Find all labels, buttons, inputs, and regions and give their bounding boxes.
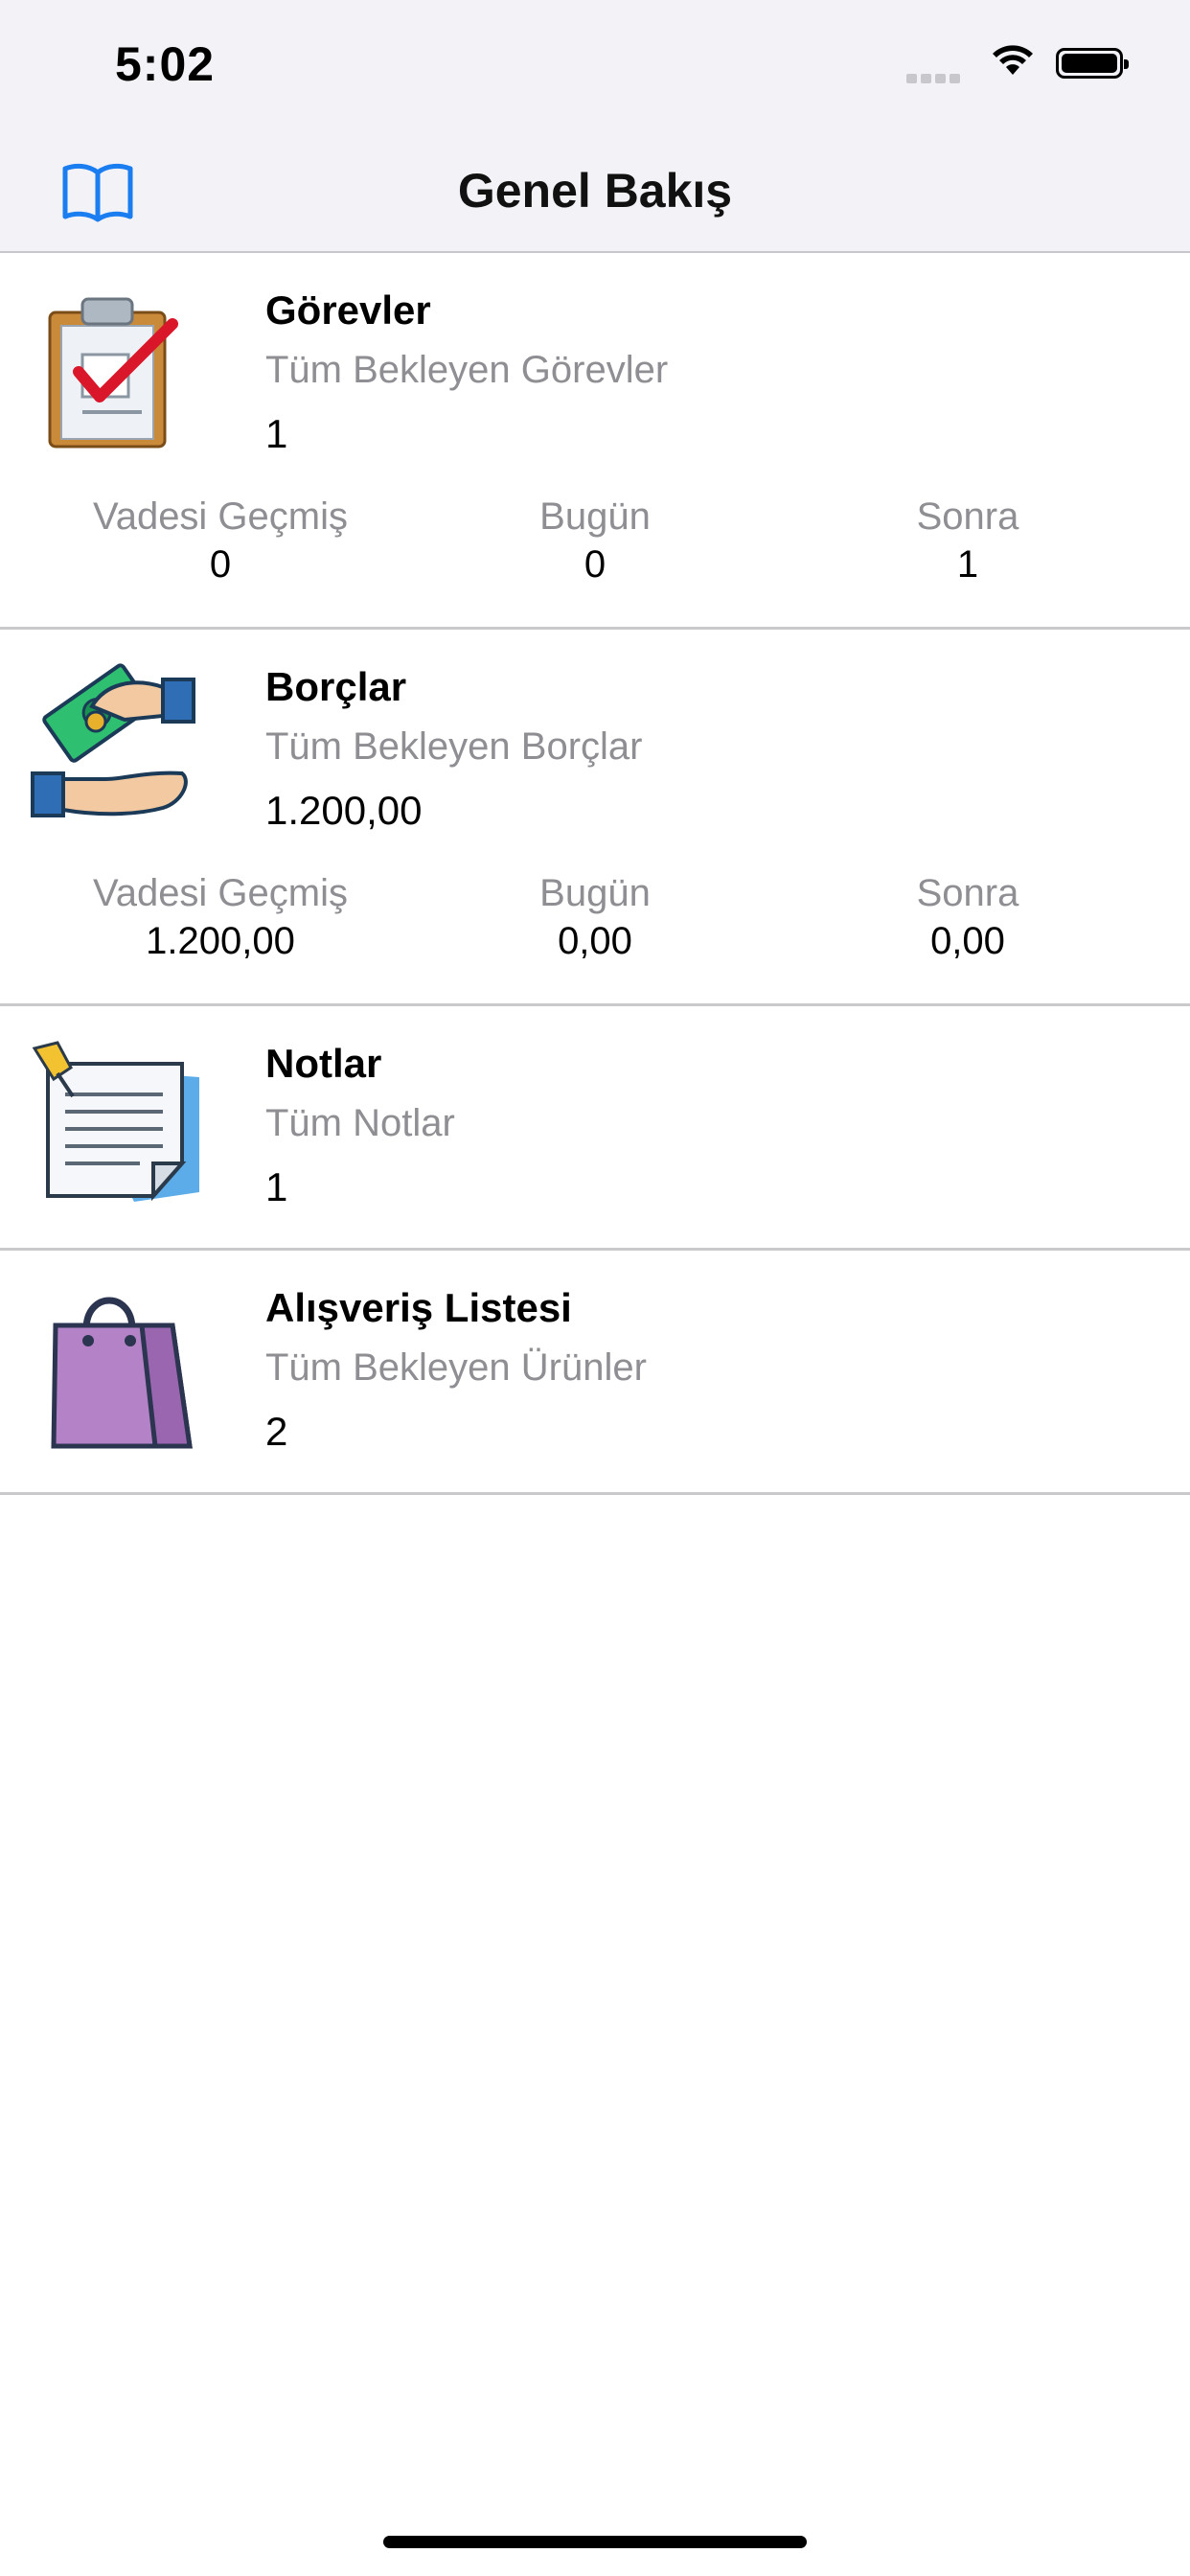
stat-value: 0 (209, 543, 232, 586)
status-time: 5:02 (115, 37, 216, 91)
shopping-title: Alışveriş Listesi (265, 1285, 572, 1330)
stat-label: Vadesi Geçmiş (92, 495, 348, 538)
notes-subtitle: Tüm Notlar (265, 1102, 455, 1144)
clipboard-check-icon (48, 297, 178, 448)
notes-title: Notlar (265, 1041, 382, 1086)
shopping-bag-icon (51, 1297, 193, 1449)
tasks-section[interactable]: Görevler Tüm Bekleyen Görevler 1 Vadesi … (0, 253, 1190, 630)
page-title: Genel Bakış (457, 164, 733, 218)
tasks-overdue-stat: Vadesi Geçmiş 0 (48, 493, 393, 588)
stat-value: 1 (956, 543, 979, 586)
debts-subtitle: Tüm Bekleyen Borçlar (265, 725, 643, 768)
tasks-later-stat: Sonra 1 (795, 493, 1140, 588)
tasks-today-stat: Bugün 0 (423, 493, 767, 588)
debts-title: Borçlar (265, 664, 407, 709)
stat-label: Vadesi Geçmiş (92, 872, 348, 914)
debts-later-stat: Sonra 0,00 (795, 869, 1140, 965)
wifi-icon (993, 45, 1033, 75)
shopping-subtitle: Tüm Bekleyen Ürünler (265, 1346, 647, 1389)
stat-label: Bugün (539, 872, 651, 914)
debts-overdue-stat: Vadesi Geçmiş 1.200,00 (48, 869, 393, 965)
money-hands-icon (31, 663, 195, 817)
tasks-subtitle: Tüm Bekleyen Görevler (265, 349, 669, 391)
battery-icon (1056, 48, 1129, 79)
shopping-section[interactable]: Alışveriş Listesi Tüm Bekleyen Ürünler 2 (0, 1251, 1190, 1495)
shopping-count: 2 (265, 1409, 288, 1454)
stat-value: 0 (584, 543, 606, 586)
status-bar: 5:02 (0, 0, 1190, 144)
stat-value: 0,00 (930, 920, 1005, 962)
note-pin-icon (32, 1041, 199, 1202)
tasks-count: 1 (265, 411, 288, 456)
tasks-title: Görevler (265, 288, 431, 333)
stat-value: 1.200,00 (146, 920, 295, 962)
debts-today-stat: Bugün 0,00 (423, 869, 767, 965)
notes-count: 1 (265, 1164, 288, 1209)
stat-label: Bugün (539, 495, 651, 538)
stat-label: Sonra (916, 872, 1019, 914)
notes-section[interactable]: Notlar Tüm Notlar 1 (0, 1006, 1190, 1251)
stat-label: Sonra (916, 495, 1019, 538)
navigation-bar: Genel Bakış (0, 144, 1190, 253)
debts-section[interactable]: Borçlar Tüm Bekleyen Borçlar 1.200,00 Va… (0, 630, 1190, 1006)
home-indicator[interactable] (383, 2536, 807, 2548)
cellular-signal-icon (906, 71, 964, 83)
debts-count: 1.200,00 (265, 788, 423, 833)
stat-value: 0,00 (558, 920, 632, 962)
